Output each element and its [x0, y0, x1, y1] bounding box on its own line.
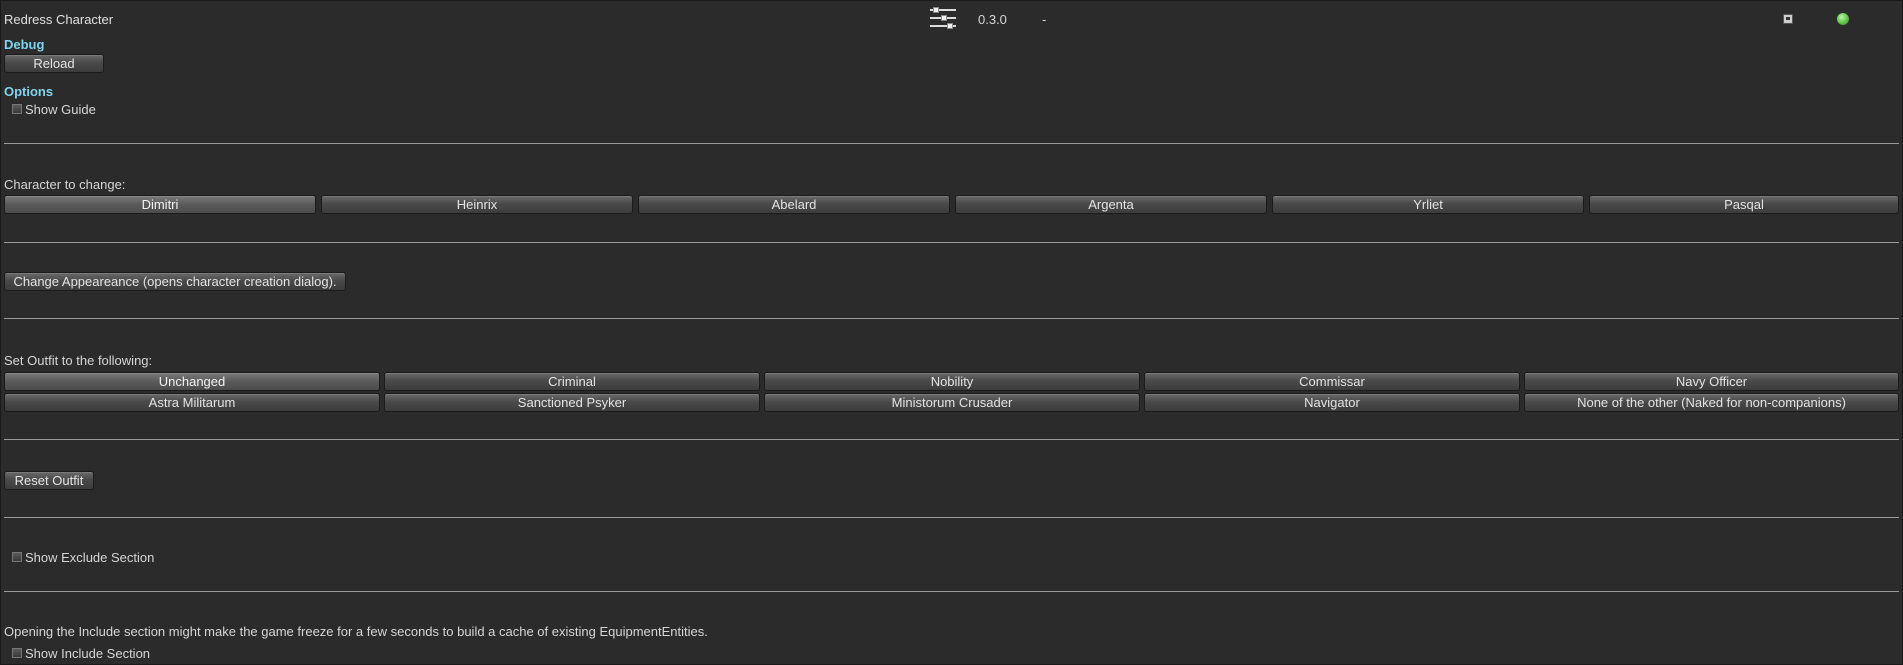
divider — [4, 439, 1899, 440]
reset-outfit-button[interactable]: Reset Outfit — [4, 471, 94, 490]
debug-heading: Debug — [4, 37, 45, 52]
show-include-checkbox[interactable] — [12, 648, 22, 658]
mod-window — [0, 0, 1903, 665]
outfit-button-criminal[interactable]: Criminal — [384, 372, 760, 391]
show-include-label: Show Include Section — [25, 646, 151, 661]
outfit-button-sanctioned-psyker[interactable]: Sanctioned Psyker — [384, 393, 760, 412]
character-button-yrliet[interactable]: Yrliet — [1272, 195, 1584, 214]
show-guide-label: Show Guide — [25, 102, 96, 117]
outfit-button-navy-officer[interactable]: Navy Officer — [1524, 372, 1899, 391]
character-button-pasqal[interactable]: Pasqal — [1589, 195, 1899, 214]
window-icon[interactable] — [1783, 14, 1793, 24]
options-heading: Options — [4, 84, 54, 99]
window-title: Redress Character — [4, 12, 114, 27]
outfit-button-unchanged[interactable]: Unchanged — [4, 372, 380, 391]
show-exclude-label: Show Exclude Section — [25, 550, 155, 565]
outfit-button-ministorum-crusader[interactable]: Ministorum Crusader — [764, 393, 1140, 412]
character-prompt: Character to change: — [4, 177, 126, 192]
outfit-button-astra-militarum[interactable]: Astra Militarum — [4, 393, 380, 412]
show-exclude-checkbox[interactable] — [12, 552, 22, 562]
character-button-dimitri[interactable]: Dimitri — [4, 195, 316, 214]
version-label: 0.3.0 — [978, 12, 1007, 27]
character-button-argenta[interactable]: Argenta — [955, 195, 1267, 214]
divider — [4, 242, 1899, 243]
outfit-button-commissar[interactable]: Commissar — [1144, 372, 1520, 391]
outfit-prompt: Set Outfit to the following: — [4, 353, 153, 368]
character-button-heinrix[interactable]: Heinrix — [321, 195, 633, 214]
divider — [4, 591, 1899, 592]
status-dot-icon — [1837, 13, 1849, 25]
outfit-button-nobility[interactable]: Nobility — [764, 372, 1140, 391]
change-appearance-button[interactable]: Change Appeareance (opens character crea… — [4, 272, 346, 291]
divider — [4, 517, 1899, 518]
divider — [4, 143, 1899, 144]
divider — [4, 318, 1899, 319]
include-note: Opening the Include section might make t… — [4, 624, 708, 639]
outfit-button-none-of-the-other[interactable]: None of the other (Naked for non-compani… — [1524, 393, 1899, 412]
sliders-icon[interactable] — [930, 6, 956, 30]
reload-button[interactable]: Reload — [4, 54, 104, 73]
outfit-button-navigator[interactable]: Navigator — [1144, 393, 1520, 412]
show-guide-checkbox[interactable] — [12, 104, 22, 114]
character-button-abelard[interactable]: Abelard — [638, 195, 950, 214]
version-dash: - — [1042, 12, 1047, 27]
